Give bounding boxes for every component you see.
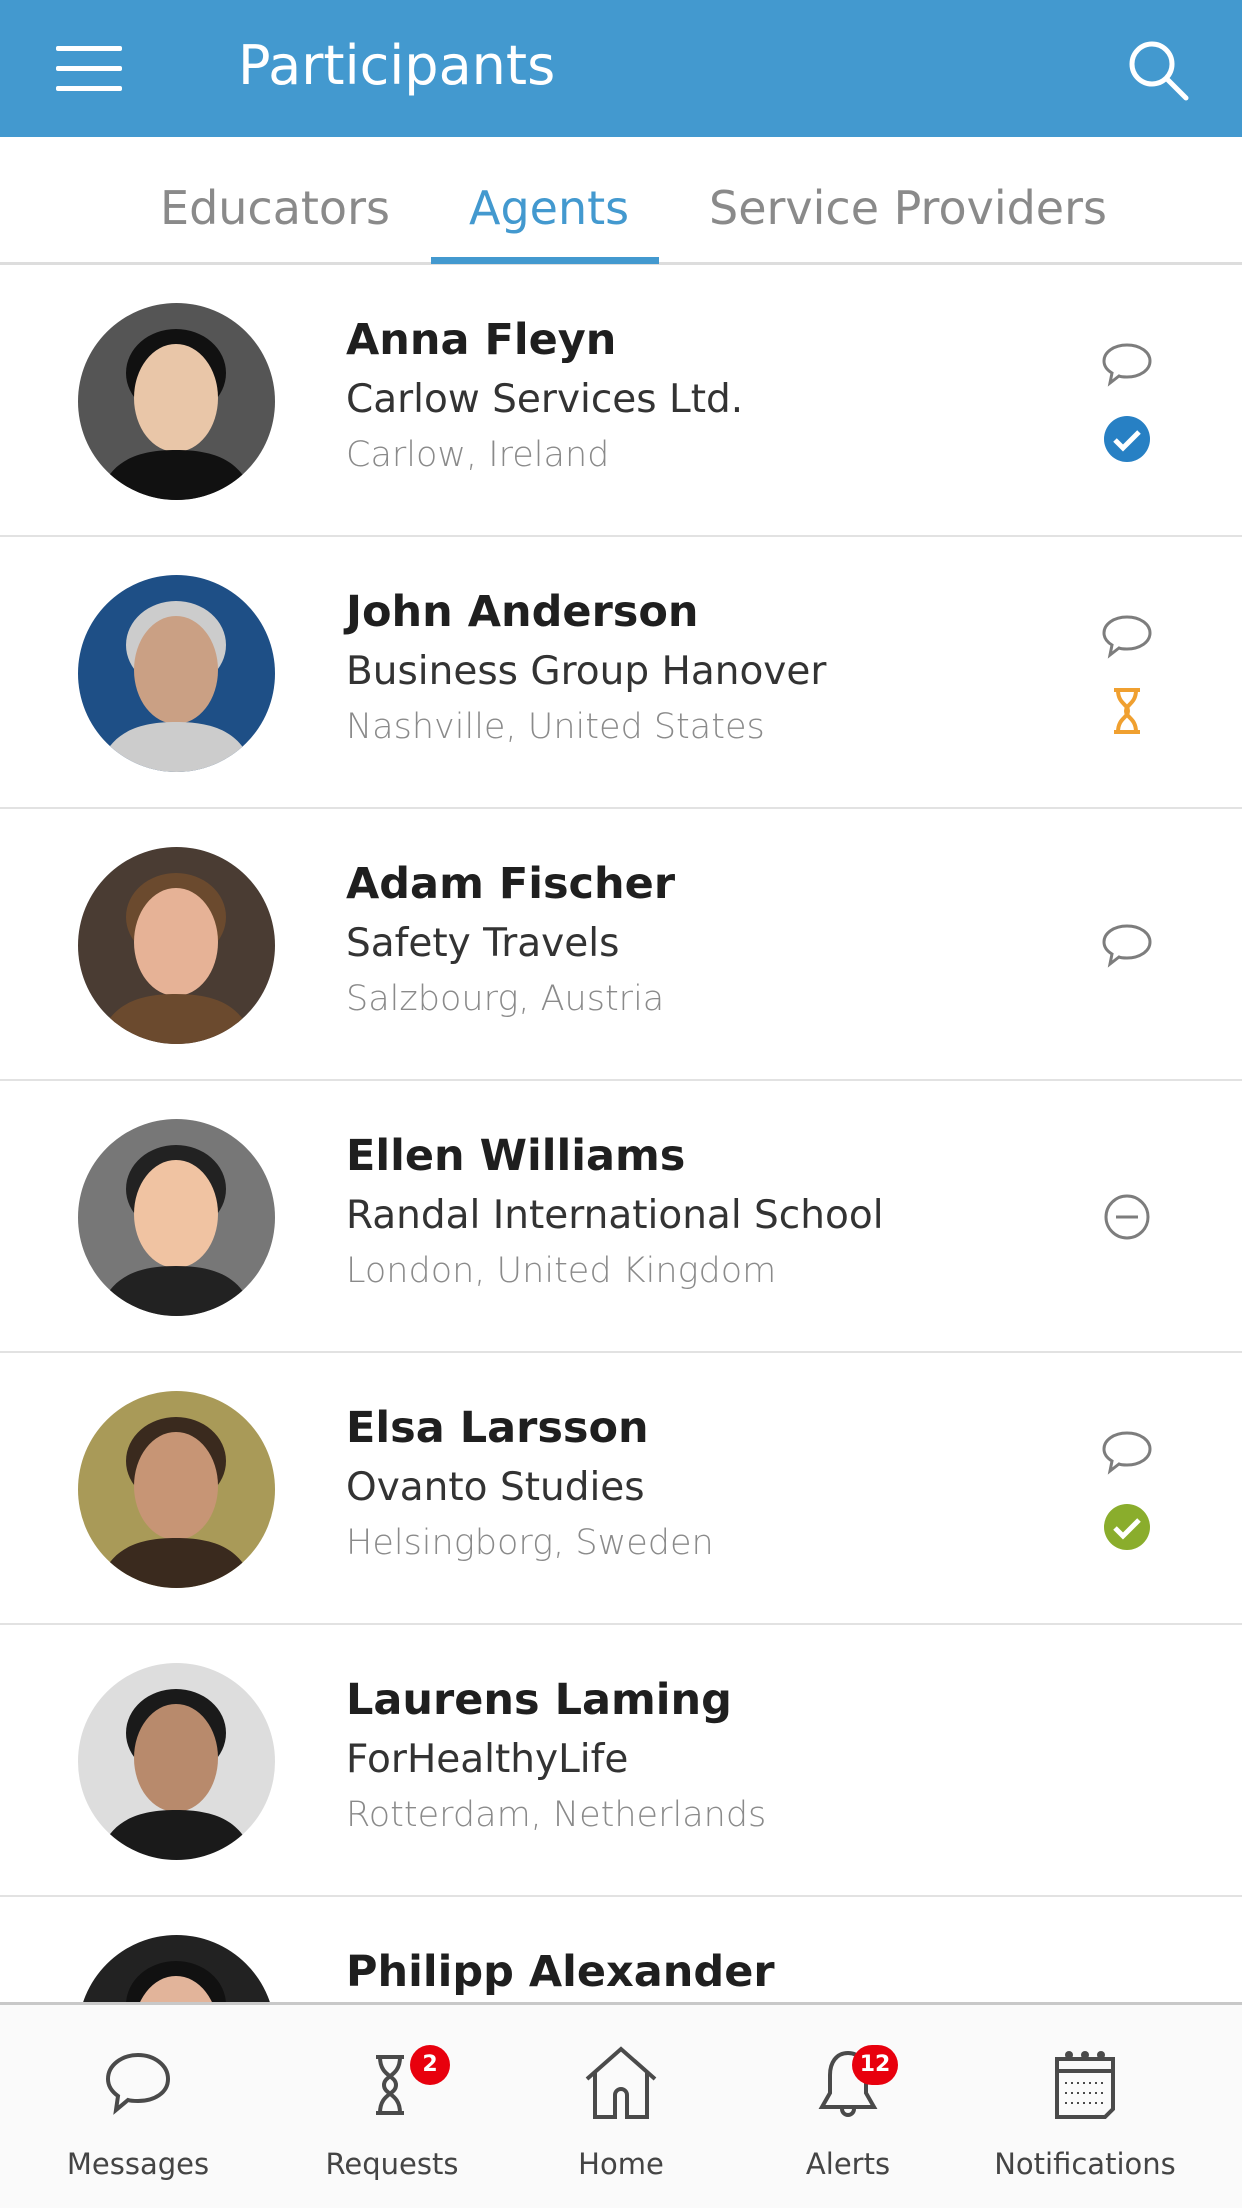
hamburger-icon[interactable]: [56, 46, 122, 92]
avatar: [78, 847, 275, 1044]
participant-company: Randal International School: [346, 1193, 884, 1238]
participant-company: ForHealthyLife: [346, 1737, 629, 1782]
participant-company: Business Group Hanover: [346, 649, 827, 694]
participant-name: Anna Fleyn: [346, 315, 617, 365]
participant-name: John Anderson: [346, 587, 699, 637]
participant-location: Rotterdam, Netherlands: [346, 1795, 767, 1835]
participant-company: Carlow Services Ltd.: [346, 377, 744, 422]
pending-hourglass-icon: [1100, 684, 1154, 738]
home-icon: [585, 2046, 657, 2119]
avatar: [78, 303, 275, 500]
list-item[interactable]: Laurens Laming ForHealthyLife Rotterdam,…: [0, 1625, 1242, 1897]
list-item[interactable]: Elsa Larsson Ovanto Studies Helsingborg,…: [0, 1353, 1242, 1625]
list-item[interactable]: Philipp Alexander: [0, 1897, 1242, 2002]
avatar: [78, 1391, 275, 1588]
participant-company: Ovanto Studies: [346, 1465, 645, 1510]
participant-location: London, United Kingdom: [346, 1251, 777, 1291]
avatar: [78, 1663, 275, 1860]
list-item[interactable]: Adam Fischer Safety Travels Salzbourg, A…: [0, 809, 1242, 1081]
app-header: Participants: [0, 0, 1242, 137]
verified-blue-check-icon: [1100, 412, 1154, 466]
alerts-badge: 12: [852, 2045, 898, 2085]
avatar: [78, 575, 275, 772]
participant-location: Salzbourg, Austria: [346, 979, 665, 1019]
page-title: Participants: [238, 34, 556, 97]
nav-home[interactable]: Home: [521, 2045, 721, 2181]
tab-agents[interactable]: Agents: [469, 181, 629, 235]
participant-name: Philipp Alexander: [346, 1947, 775, 1997]
calendar-icon: [1055, 2051, 1115, 2119]
tab-bar: Educators Agents Service Providers: [0, 137, 1242, 265]
chat-icon: [105, 2052, 171, 2115]
avatar: [78, 1935, 275, 2002]
participant-name: Laurens Laming: [346, 1675, 732, 1725]
nav-requests[interactable]: 2 Requests: [292, 2045, 492, 2181]
chat-icon[interactable]: [1100, 609, 1154, 663]
participant-location: Nashville, United States: [346, 707, 765, 747]
chat-icon[interactable]: [1100, 337, 1154, 391]
nav-alerts[interactable]: 12 Alerts: [748, 2045, 948, 2181]
nav-notifications[interactable]: Notifications: [985, 2045, 1185, 2181]
tab-educators[interactable]: Educators: [160, 181, 390, 235]
participant-name: Adam Fischer: [346, 859, 676, 909]
verified-green-check-icon: [1100, 1500, 1154, 1554]
participant-company: Safety Travels: [346, 921, 620, 966]
participant-name: Elsa Larsson: [346, 1403, 649, 1453]
active-tab-indicator: [431, 257, 659, 264]
participant-location: Helsingborg, Sweden: [346, 1523, 714, 1563]
participant-list[interactable]: Anna Fleyn Carlow Services Ltd. Carlow, …: [0, 265, 1242, 2002]
list-item[interactable]: Ellen Williams Randal International Scho…: [0, 1081, 1242, 1353]
bottom-nav: Messages 2 Requests Home 12 Alerts Notif…: [0, 2002, 1242, 2208]
avatar: [78, 1119, 275, 1316]
chat-icon[interactable]: [1100, 918, 1154, 972]
list-item[interactable]: Anna Fleyn Carlow Services Ltd. Carlow, …: [0, 265, 1242, 537]
search-icon[interactable]: [1126, 38, 1190, 102]
minus-circle-icon[interactable]: [1100, 1190, 1154, 1244]
chat-icon[interactable]: [1100, 1425, 1154, 1479]
nav-messages[interactable]: Messages: [38, 2045, 238, 2181]
tab-service-providers[interactable]: Service Providers: [709, 181, 1107, 235]
requests-badge: 2: [410, 2045, 450, 2085]
participant-name: Ellen Williams: [346, 1131, 686, 1181]
participant-location: Carlow, Ireland: [346, 435, 610, 475]
list-item[interactable]: John Anderson Business Group Hanover Nas…: [0, 537, 1242, 809]
